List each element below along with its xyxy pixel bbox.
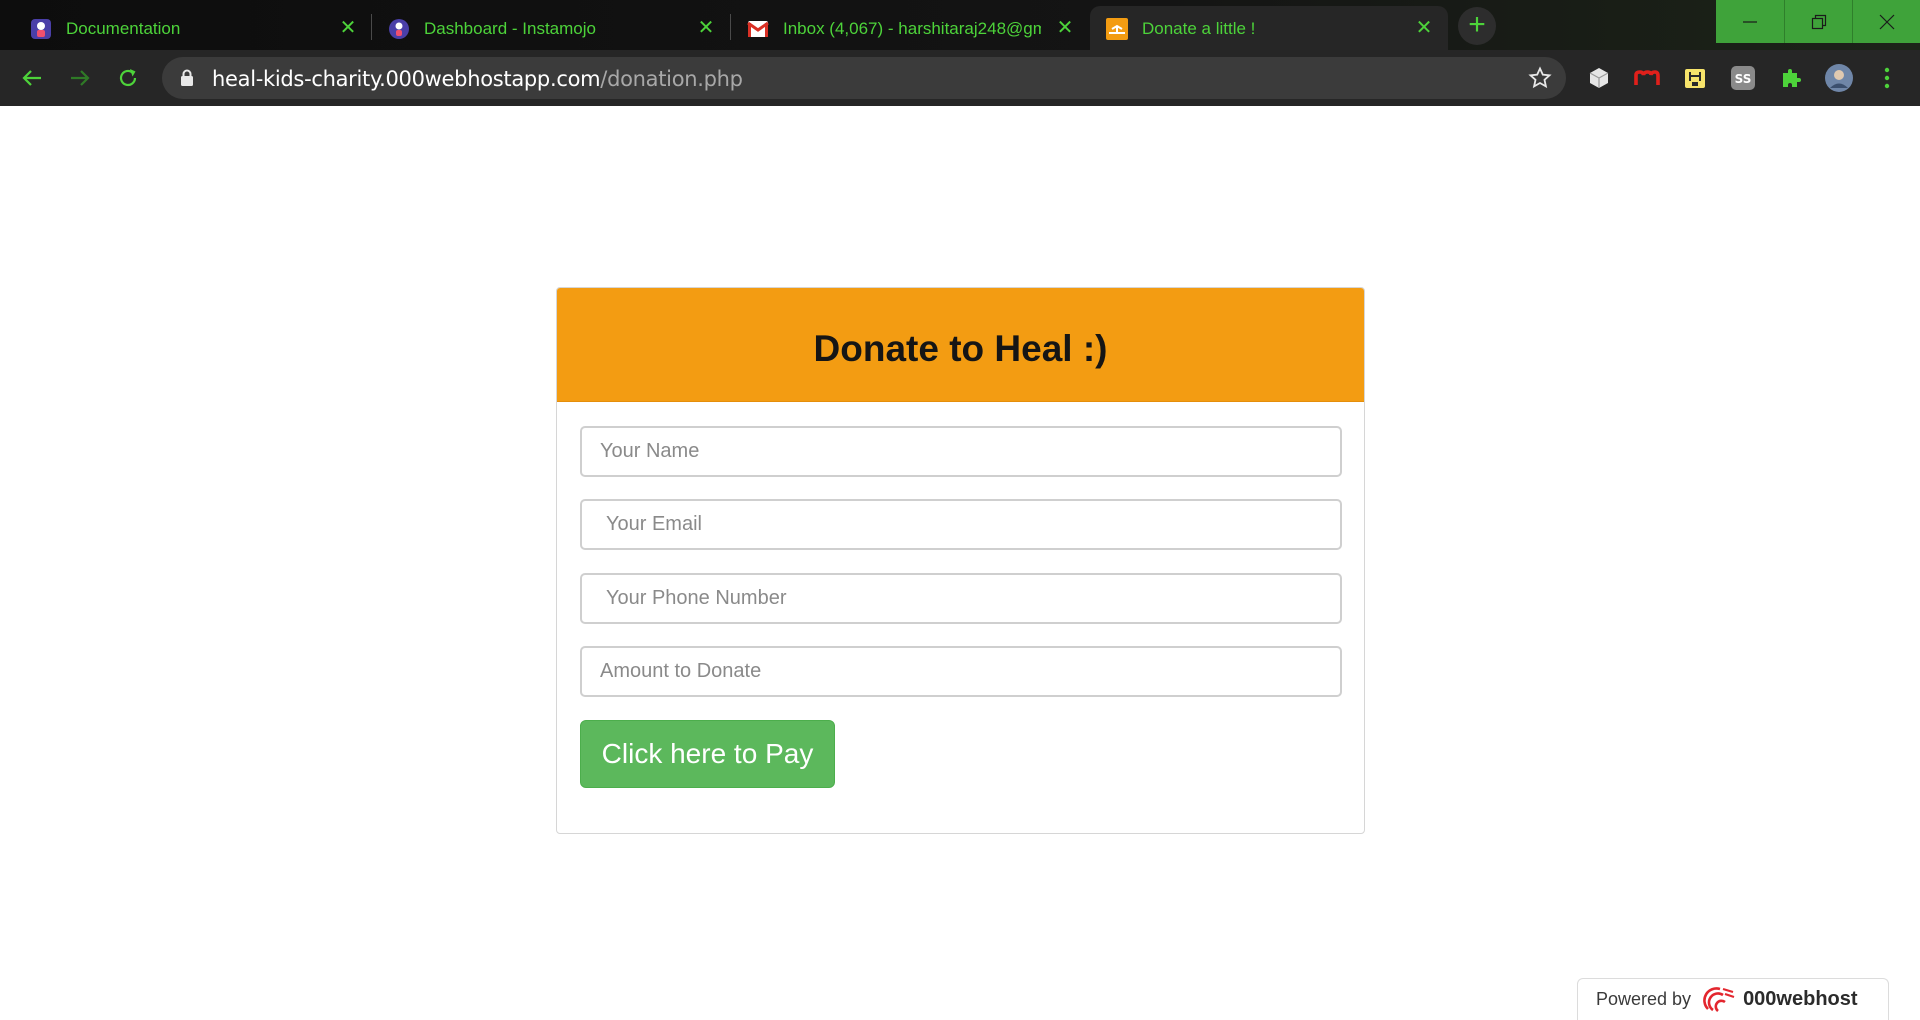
tab-dashboard-instamojo[interactable]: Dashboard - Instamojo ✕ xyxy=(372,6,730,50)
restore-icon xyxy=(1811,14,1826,29)
highlighter-extension-icon[interactable] xyxy=(1680,63,1710,93)
arrow-right-icon xyxy=(71,70,90,86)
close-icon[interactable]: ✕ xyxy=(336,16,360,40)
tab-title: Inbox (4,067) - harshitaraj248@gmail.com xyxy=(783,19,1041,38)
url-path: /donation.php xyxy=(600,67,743,91)
instamojo-favicon-icon xyxy=(30,18,52,40)
close-window-button[interactable] xyxy=(1852,0,1920,43)
minimize-icon xyxy=(1743,20,1757,23)
url-text: heal-kids-charity.000webhostapp.com/dona… xyxy=(212,67,743,91)
minimize-button[interactable] xyxy=(1716,0,1784,43)
close-icon[interactable]: ✕ xyxy=(1053,16,1077,40)
card-header: Donate to Heal :) xyxy=(557,288,1364,402)
reload-button[interactable] xyxy=(112,62,144,94)
pay-button[interactable]: Click here to Pay xyxy=(580,720,835,788)
tab-strip: Documentation ✕ Dashboard - Instamojo ✕ … xyxy=(0,0,1920,50)
tab-title: Documentation xyxy=(66,19,181,38)
menu-kebab-icon[interactable] xyxy=(1872,63,1902,93)
svg-text:SS: SS xyxy=(1735,72,1752,86)
mendeley-m-extension-icon[interactable] xyxy=(1632,63,1662,93)
reload-icon xyxy=(119,69,137,87)
tab-donate[interactable]: Donate a little ! ✕ xyxy=(1090,6,1448,50)
close-icon[interactable]: ✕ xyxy=(694,16,718,40)
close-icon xyxy=(1879,14,1894,29)
instamojo-favicon-icon xyxy=(388,18,410,40)
tab-documentation[interactable]: Documentation ✕ xyxy=(0,6,370,50)
url-host: heal-kids-charity.000webhostapp.com xyxy=(212,67,601,91)
gmail-favicon-icon xyxy=(747,18,769,40)
phone-input[interactable] xyxy=(580,573,1342,624)
powered-by-label: Powered by xyxy=(1596,989,1692,1009)
name-input[interactable] xyxy=(580,426,1342,477)
email-input[interactable] xyxy=(580,499,1342,550)
back-button[interactable] xyxy=(16,62,48,94)
bookmark-star-icon[interactable] xyxy=(1528,66,1552,95)
tab-title: Dashboard - Instamojo xyxy=(424,19,596,38)
new-tab-button[interactable]: + xyxy=(1458,7,1496,45)
000webhost-logo-icon xyxy=(1703,985,1737,1015)
page-title: Donate to Heal :) xyxy=(813,327,1108,369)
site-favicon-icon xyxy=(1106,18,1128,40)
ss-screenshot-extension-icon[interactable]: SS xyxy=(1728,63,1758,93)
close-icon[interactable]: ✕ xyxy=(1412,16,1436,40)
lock-icon xyxy=(180,69,194,92)
cube-extension-icon[interactable] xyxy=(1584,63,1614,93)
puzzle-extensions-icon[interactable] xyxy=(1776,63,1806,93)
forward-button[interactable] xyxy=(64,62,96,94)
avatar[interactable] xyxy=(1824,63,1854,93)
brand-name: 000webhost xyxy=(1743,988,1858,1010)
amount-input[interactable] xyxy=(580,646,1342,697)
powered-by-badge[interactable]: Powered by 000webhost xyxy=(1577,978,1889,1020)
tab-title: Donate a little ! xyxy=(1142,19,1256,38)
restore-button[interactable] xyxy=(1784,0,1852,43)
browser-toolbar: heal-kids-charity.000webhostapp.com/dona… xyxy=(0,50,1920,106)
arrow-left-icon xyxy=(22,70,41,86)
address-bar[interactable]: heal-kids-charity.000webhostapp.com/dona… xyxy=(162,57,1566,99)
tab-gmail-inbox[interactable]: Inbox (4,067) - harshitaraj248@gmail.com… xyxy=(731,6,1089,50)
donation-card: Donate to Heal :) Click here to Pay xyxy=(556,287,1365,834)
